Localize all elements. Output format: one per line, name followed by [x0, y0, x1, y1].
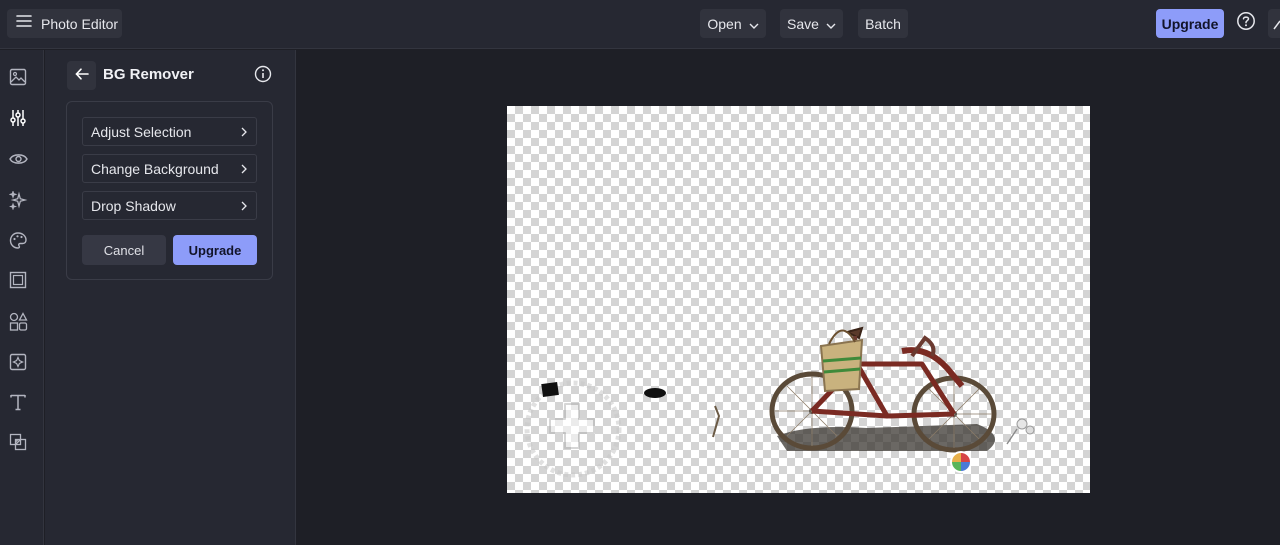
open-label: Open	[707, 15, 742, 32]
sparkles-icon[interactable]	[8, 190, 28, 210]
app-title: Photo Editor	[41, 15, 119, 32]
help-icon	[1236, 11, 1256, 36]
eye-icon[interactable]	[8, 149, 28, 169]
bg-remover-panel: BG Remover Adjust Selection Change Backg…	[45, 50, 296, 545]
info-icon	[254, 65, 272, 87]
upgrade-top-button[interactable]: Upgrade	[1156, 9, 1224, 38]
chevron-down-icon	[826, 16, 836, 32]
image-icon[interactable]	[8, 67, 28, 87]
bicycle-cutout-image	[524, 326, 1035, 478]
upgrade-button[interactable]: Upgrade	[173, 235, 257, 265]
option-label: Change Background	[91, 160, 219, 177]
option-label: Adjust Selection	[91, 123, 192, 140]
frame-icon[interactable]	[8, 270, 28, 290]
arrow-icon	[1268, 20, 1280, 38]
bg-remover-options-card: Adjust Selection Change Background Drop …	[66, 101, 273, 280]
shapes-icon[interactable]	[8, 311, 28, 331]
layers-icon[interactable]	[8, 432, 28, 452]
watermark-seal	[524, 380, 622, 478]
save-button[interactable]: Save	[780, 9, 843, 38]
panel-title: BG Remover	[103, 66, 194, 83]
change-background-option[interactable]: Change Background	[82, 154, 257, 183]
batch-label: Batch	[865, 15, 901, 32]
workspace	[296, 50, 1280, 545]
batch-button[interactable]: Batch	[858, 9, 908, 38]
cancel-button[interactable]: Cancel	[82, 235, 166, 265]
chevron-right-icon	[241, 161, 247, 177]
chevron-down-icon	[749, 16, 759, 32]
color-wheel-icon	[950, 451, 972, 473]
adjust-selection-option[interactable]: Adjust Selection	[82, 117, 257, 146]
save-label: Save	[787, 15, 819, 32]
drop-shadow-option[interactable]: Drop Shadow	[82, 191, 257, 220]
sliders-icon[interactable]	[8, 108, 28, 128]
option-label: Drop Shadow	[91, 197, 176, 214]
chevron-right-icon	[241, 124, 247, 140]
hamburger-icon	[16, 14, 32, 33]
main-menu-button[interactable]: Photo Editor	[7, 9, 122, 38]
top-bar: Photo Editor Open Save Batch Upgrade	[0, 0, 1280, 49]
image-canvas[interactable]	[507, 106, 1090, 493]
info-button[interactable]	[254, 65, 274, 85]
back-button[interactable]	[67, 61, 96, 90]
texture-icon[interactable]	[8, 352, 28, 372]
expand-button[interactable]	[1268, 9, 1280, 38]
chevron-right-icon	[241, 198, 247, 214]
palette-icon[interactable]	[8, 230, 28, 250]
help-button[interactable]	[1231, 9, 1260, 38]
tool-rail	[0, 50, 44, 545]
arrow-left-icon	[74, 67, 89, 85]
flowers	[1006, 418, 1035, 445]
open-button[interactable]: Open	[700, 9, 766, 38]
text-icon[interactable]	[8, 392, 28, 412]
